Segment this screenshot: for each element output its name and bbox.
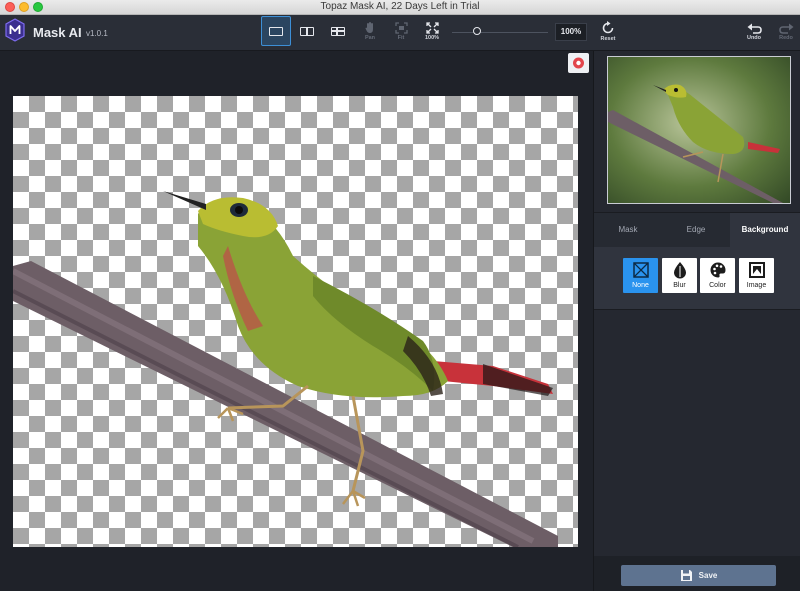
app-logo-icon — [5, 18, 25, 42]
window-title: Topaz Mask AI, 22 Days Left in Trial — [320, 1, 480, 12]
tab-background[interactable]: Background — [730, 213, 800, 247]
background-option-blur[interactable]: Blur — [662, 258, 697, 293]
navigator-thumbnail[interactable] — [607, 56, 791, 204]
transparent-canvas[interactable] — [13, 96, 578, 547]
panel-tabs: Mask Edge Background — [594, 212, 800, 247]
redo-button[interactable]: Redo — [775, 17, 797, 45]
palette-icon — [710, 262, 725, 278]
app-version: v1.0.1 — [86, 29, 108, 38]
blur-icon — [673, 262, 686, 279]
fit-button[interactable]: Fit — [391, 17, 411, 45]
tab-mask[interactable]: Mask — [594, 213, 662, 247]
expand-icon — [425, 21, 439, 34]
image-icon — [748, 262, 765, 278]
pan-button[interactable]: Pan — [360, 17, 380, 45]
zoom-100-label: 100% — [424, 34, 440, 41]
thumbnail-image — [608, 57, 790, 203]
background-picker-button[interactable] — [568, 53, 589, 73]
option-none-label: None — [632, 282, 649, 289]
app-name: Mask AI — [33, 25, 82, 40]
reset-button[interactable]: Reset — [597, 17, 619, 45]
undo-button[interactable]: Undo — [743, 17, 765, 45]
option-image-label: Image — [746, 282, 767, 289]
none-icon — [632, 262, 649, 278]
pan-label: Pan — [364, 35, 376, 41]
save-label: Save — [698, 571, 718, 580]
pan-hand-icon — [365, 22, 373, 33]
fit-icon — [394, 21, 408, 34]
redo-label: Redo — [779, 34, 793, 41]
undo-label: Undo — [746, 34, 762, 41]
background-option-color[interactable]: Color — [700, 258, 735, 293]
side-by-side-view-icon — [331, 26, 345, 36]
split-view-icon — [300, 26, 314, 36]
zoom-100-button[interactable]: 100% — [421, 17, 443, 45]
reset-label: Reset — [600, 35, 616, 42]
zoom-slider-handle[interactable] — [473, 27, 481, 35]
split-view-button[interactable] — [292, 16, 322, 46]
window-titlebar: Topaz Mask AI, 22 Days Left in Trial — [0, 0, 800, 15]
color-target-icon — [573, 57, 584, 69]
save-button[interactable]: Save — [621, 565, 776, 586]
masked-bird-image — [13, 191, 558, 547]
floppy-disk-icon — [680, 570, 692, 581]
zoom-value[interactable]: 100% — [555, 23, 587, 41]
fit-label: Fit — [397, 34, 405, 41]
background-option-none[interactable]: None — [623, 258, 658, 293]
side-by-side-view-button[interactable] — [323, 16, 353, 46]
single-view-button[interactable] — [261, 16, 291, 46]
undo-icon — [747, 23, 762, 34]
single-view-icon — [269, 26, 283, 36]
option-blur-label: Blur — [673, 282, 686, 289]
background-option-image[interactable]: Image — [739, 258, 774, 293]
zoom-slider-track[interactable] — [452, 32, 548, 33]
redo-icon — [778, 23, 793, 34]
reset-icon — [602, 20, 614, 33]
option-color-label: Color — [709, 282, 726, 289]
tab-edge[interactable]: Edge — [662, 213, 730, 247]
